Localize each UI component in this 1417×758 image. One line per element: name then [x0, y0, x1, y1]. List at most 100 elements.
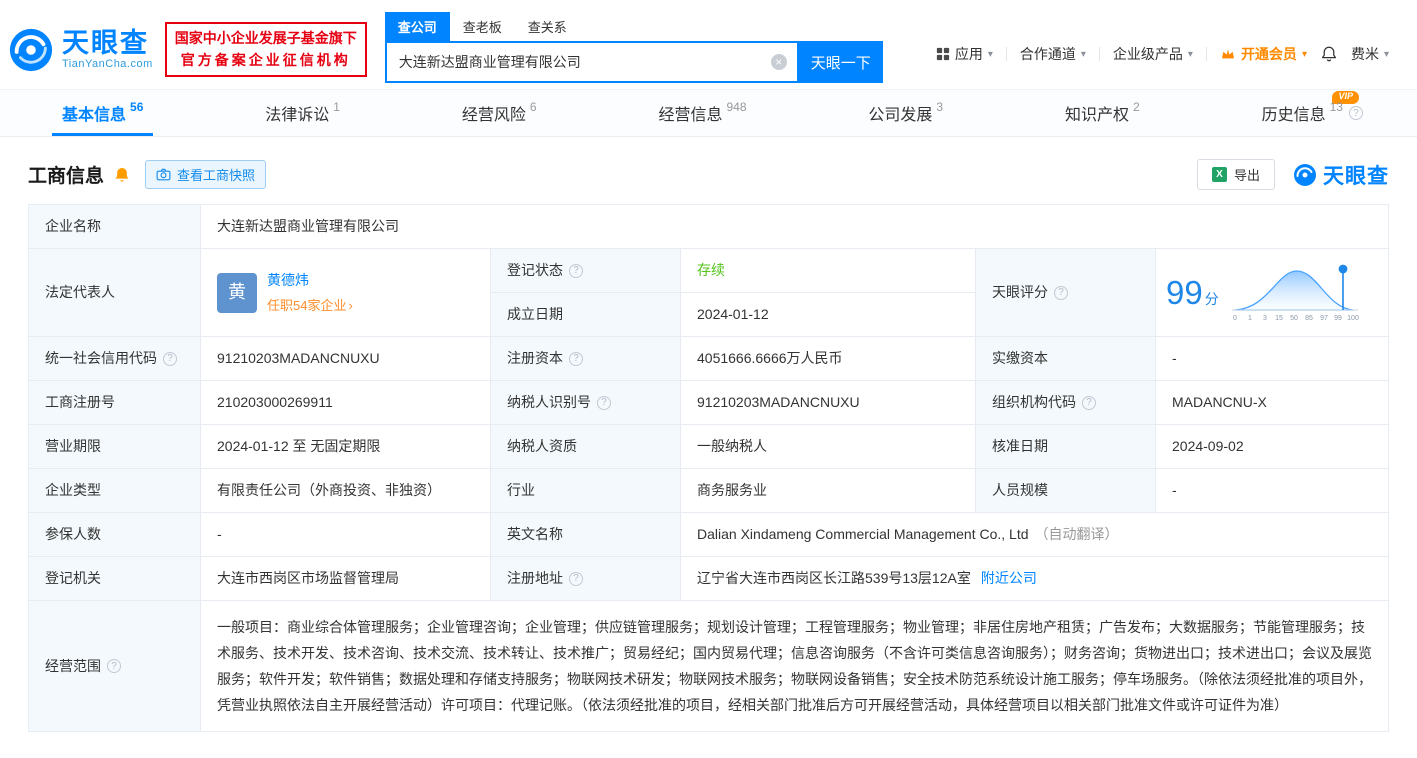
watermark-label: 天眼查 — [1323, 164, 1389, 188]
label-approval-date: 核准日期 — [976, 425, 1156, 469]
chevron-down-icon: ▾ — [1080, 48, 1086, 60]
help-icon[interactable]: ? — [569, 351, 583, 366]
export-button[interactable]: X 导出 — [1196, 159, 1275, 190]
label-company-name: 企业名称 — [29, 205, 201, 249]
bell-icon — [115, 167, 129, 182]
export-button-label: 导出 — [1233, 168, 1260, 183]
value-paid-in-capital: - — [1156, 337, 1389, 381]
nav-vip-membership[interactable]: 开通会员 ▾ — [1220, 44, 1307, 64]
search-tab-boss[interactable]: 查老板 — [450, 12, 515, 41]
logo-text: 天眼查 TianYanCha.com — [62, 27, 153, 71]
nearby-companies-link[interactable]: 附近公司 — [981, 568, 1037, 589]
label-registered-capital: 注册资本 ? — [491, 337, 681, 381]
business-info-table: 企业名称 大连新达盟商业管理有限公司 法定代表人 黄 黄德炜 任职54家企业 ›… — [28, 204, 1389, 732]
value-taxpayer-id: 91210203MADANCNUXU — [681, 381, 976, 425]
search-button[interactable]: 天眼一下 — [798, 41, 883, 83]
tab-label: 经营风险 — [461, 107, 526, 124]
svg-text:1: 1 — [1248, 315, 1252, 322]
search-tab-company[interactable]: 查公司 — [384, 12, 450, 41]
help-icon[interactable]: ? — [107, 659, 121, 673]
tab-business-risk[interactable]: 经营风险 6 — [452, 90, 547, 136]
value-registered-address: 辽宁省大连市西岗区长江路539号13层12A室 附近公司 — [681, 557, 1389, 601]
value-insured-count: - — [201, 513, 491, 557]
nav-partner-label: 合作通道 — [1019, 46, 1076, 62]
svg-text:3: 3 — [1263, 315, 1267, 322]
value-english-name: Dalian Xindameng Commercial Management C… — [681, 513, 1389, 557]
bell-icon — [1321, 46, 1336, 62]
value-business-scope: 一般项目：商业综合体管理服务；企业管理咨询；企业管理；供应链管理服务；规划设计管… — [201, 601, 1389, 732]
value-tianyan-score[interactable]: 99 分 0 1 3 15 50 85 97 99 100 — [1156, 249, 1389, 337]
legal-rep-info: 黄德炜 任职54家企业 › — [267, 270, 353, 316]
legal-rep-name-link[interactable]: 黄德炜 — [267, 270, 353, 291]
camera-icon — [156, 168, 171, 181]
value-credit-code: 91210203MADANCNUXU — [201, 337, 491, 381]
value-legal-representative: 黄 黄德炜 任职54家企业 › — [201, 249, 491, 337]
help-icon[interactable]: ? — [569, 263, 583, 278]
nav-enterprise-products[interactable]: 企业级产品 ▾ — [1113, 44, 1193, 64]
clear-search-icon[interactable]: × — [770, 54, 787, 70]
tianyancha-logo[interactable]: 天眼查 TianYanCha.com — [8, 27, 153, 73]
value-establish-date: 2024-01-12 — [681, 293, 976, 337]
site-header: 天眼查 TianYanCha.com 国家中小企业发展子基金旗下 官方备案企业征… — [0, 0, 1417, 89]
search-tab-relation[interactable]: 查关系 — [515, 12, 580, 41]
label-business-scope: 经营范围 ? — [29, 601, 201, 732]
arrow-right-icon: › — [348, 297, 353, 313]
value-taxpayer-quality: 一般纳税人 — [681, 425, 976, 469]
tab-business-info[interactable]: 经营信息 948 — [648, 90, 756, 136]
snapshot-button[interactable]: 查看工商快照 — [145, 160, 267, 189]
label-registration-authority: 登记机关 — [29, 557, 201, 601]
tab-history-info[interactable]: VIP 历史信息 13 ? — [1252, 90, 1373, 136]
label-paid-in-capital: 实缴资本 — [976, 337, 1156, 381]
tab-count: 6 — [529, 100, 537, 114]
label-industry: 行业 — [491, 469, 681, 513]
search-input-wrap: × — [384, 41, 799, 83]
value-approval-date: 2024-09-02 — [1156, 425, 1389, 469]
nav-separator — [1205, 47, 1207, 61]
help-icon[interactable]: ? — [1054, 285, 1068, 300]
svg-text:50: 50 — [1290, 315, 1298, 322]
search-input[interactable] — [396, 53, 771, 71]
help-icon[interactable]: ? — [163, 351, 177, 366]
tab-count: 3 — [936, 100, 944, 114]
tab-intellectual-property[interactable]: 知识产权 2 — [1055, 90, 1150, 136]
header-left: 天眼查 TianYanCha.com 国家中小企业发展子基金旗下 官方备案企业征… — [8, 22, 367, 78]
value-industry: 商务服务业 — [681, 469, 976, 513]
legal-rep-companies-link[interactable]: 任职54家企业 › — [267, 296, 353, 316]
tab-label: 基本信息 — [62, 107, 127, 124]
nav-apps[interactable]: 应用 ▾ — [936, 44, 993, 64]
label-registered-address: 注册地址 ? — [491, 557, 681, 601]
certification-badge: 国家中小企业发展子基金旗下 官方备案企业征信机构 — [164, 22, 367, 78]
score-number: 99 分 — [1166, 273, 1219, 311]
subscribe-bell-button[interactable] — [113, 166, 131, 184]
nav-user-menu[interactable]: 费米 ▾ — [1351, 44, 1389, 64]
notification-bell-button[interactable] — [1320, 45, 1338, 63]
help-icon[interactable]: ? — [569, 571, 583, 586]
legal-rep-avatar[interactable]: 黄 — [217, 272, 257, 313]
label-taxpayer-quality: 纳税人资质 — [491, 425, 681, 469]
crown-icon — [1221, 49, 1234, 59]
chevron-down-icon: ▾ — [1187, 48, 1193, 60]
tab-basic-info[interactable]: 基本信息 56 — [52, 90, 153, 136]
tianyancha-logo-icon — [1294, 163, 1316, 186]
top-nav: 应用 ▾ 合作通道 ▾ 企业级产品 ▾ 开通会员 ▾ 费米 ▾ — [936, 44, 1389, 64]
nav-separator — [1098, 47, 1100, 61]
help-icon[interactable]: ? — [1082, 395, 1096, 410]
search-tabs: 查公司 查老板 查关系 — [384, 12, 885, 41]
status-badge: 存续 — [697, 262, 725, 278]
value-company-type: 有限责任公司（外商投资、非独资） — [201, 469, 491, 513]
tianyancha-logo-icon — [9, 28, 53, 71]
value-organization-code: MADANCNU-X — [1156, 381, 1389, 425]
value-staff-size: - — [1156, 469, 1389, 513]
tab-company-development[interactable]: 公司发展 3 — [858, 90, 953, 136]
brand-name: 天眼查 — [62, 27, 149, 58]
help-icon[interactable]: ? — [597, 395, 611, 410]
label-staff-size: 人员规模 — [976, 469, 1156, 513]
label-tianyan-score: 天眼评分 ? — [976, 249, 1156, 337]
company-tabs: 基本信息 56 法律诉讼 1 经营风险 6 经营信息 948 公司发展 3 知识… — [0, 89, 1417, 137]
badge-line1: 国家中小企业发展子基金旗下 — [174, 30, 357, 46]
tab-label: 经营信息 — [658, 107, 723, 124]
tab-legal-proceedings[interactable]: 法律诉讼 1 — [255, 90, 350, 136]
help-icon[interactable]: ? — [1348, 106, 1363, 120]
nav-partner-channel[interactable]: 合作通道 ▾ — [1020, 44, 1086, 64]
tab-count: 2 — [1133, 100, 1140, 114]
